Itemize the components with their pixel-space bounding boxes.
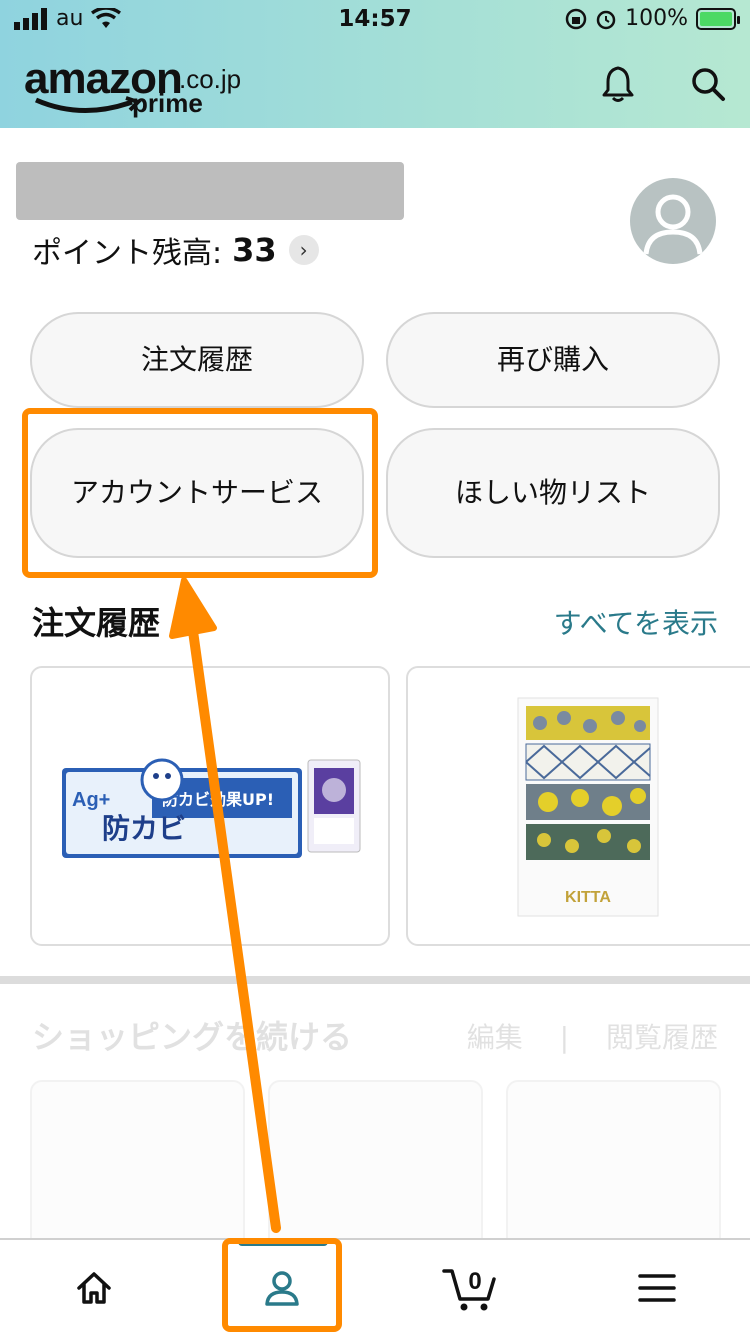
- product-text-kitta: KITTA: [565, 889, 611, 906]
- app-header: au 14:57 100% amazon .co.jp prime: [0, 0, 750, 128]
- orders-button-label: 注文履歴: [140, 343, 253, 376]
- chevron-right-icon: ›: [288, 235, 319, 265]
- home-icon: [76, 1272, 111, 1304]
- nav-home[interactable]: [0, 1240, 187, 1334]
- status-right: 100%: [565, 6, 740, 31]
- battery-icon: [696, 7, 740, 30]
- battery-percent: 100%: [625, 6, 688, 31]
- cart-icon: 0: [441, 1268, 496, 1311]
- smile-arrow-icon: [35, 96, 142, 114]
- continue-card-2[interactable]: [268, 1080, 483, 1250]
- nav-cart[interactable]: 0: [376, 1240, 563, 1334]
- continue-shopping-links: 編集 | 閲覧履歴: [467, 1016, 718, 1056]
- wishlist-button[interactable]: ほしい物リスト: [386, 428, 720, 558]
- highlight-box-account-services: [22, 408, 378, 578]
- product-image-kitta-tape: KITTA: [517, 697, 659, 917]
- bottom-nav: 0: [0, 1238, 750, 1334]
- continue-card-1[interactable]: [30, 1080, 245, 1250]
- rotation-lock-icon: [565, 8, 587, 29]
- edit-link[interactable]: 編集: [467, 1021, 523, 1054]
- buy-again-button-label: 再び購入: [496, 343, 609, 376]
- order-card-1[interactable]: Ag+ 防カビ 防カビ効果UP!: [30, 666, 390, 946]
- nav-menu[interactable]: [563, 1240, 750, 1334]
- continue-shopping-section: ショッピングを続ける 編集 | 閲覧履歴: [0, 990, 750, 1250]
- orders-section-title: 注文履歴: [32, 604, 161, 642]
- points-value: 33: [232, 231, 277, 269]
- wishlist-button-label: ほしい物リスト: [454, 476, 651, 509]
- order-card-2[interactable]: KITTA: [406, 666, 750, 946]
- points-label: ポイント残高:: [32, 236, 223, 271]
- status-bar: au 14:57 100%: [0, 0, 750, 40]
- buy-again-button[interactable]: 再び購入: [386, 312, 720, 408]
- product-image-mold-remover: Ag+ 防カビ 防カビ効果UP!: [62, 758, 361, 858]
- cart-count: 0: [468, 1268, 481, 1295]
- highlight-box-account-tab: [222, 1238, 342, 1332]
- points-balance[interactable]: ポイント残高: 33 ›: [32, 228, 319, 272]
- view-all-link[interactable]: すべてを表示: [554, 602, 718, 642]
- alarm-icon: [596, 10, 616, 29]
- browsing-history-link[interactable]: 閲覧履歴: [606, 1021, 718, 1054]
- product-text-ag: Ag+: [72, 789, 110, 811]
- continue-shopping-title: ショッピングを続ける: [32, 1018, 353, 1056]
- amazon-logo[interactable]: amazon .co.jp prime: [24, 54, 241, 118]
- search-icon[interactable]: [688, 64, 728, 104]
- section-divider: [0, 976, 750, 984]
- product-text-bofukabi: 防カビ: [102, 812, 186, 845]
- bell-icon[interactable]: [598, 64, 638, 104]
- link-separator: |: [559, 1021, 570, 1054]
- logo-prime: prime: [132, 88, 203, 118]
- menu-icon: [637, 1274, 676, 1302]
- avatar[interactable]: [630, 178, 716, 264]
- orders-button[interactable]: 注文履歴: [30, 312, 364, 408]
- user-name-redacted: [16, 162, 404, 220]
- user-avatar-icon: [643, 194, 703, 255]
- continue-card-3[interactable]: [506, 1080, 721, 1250]
